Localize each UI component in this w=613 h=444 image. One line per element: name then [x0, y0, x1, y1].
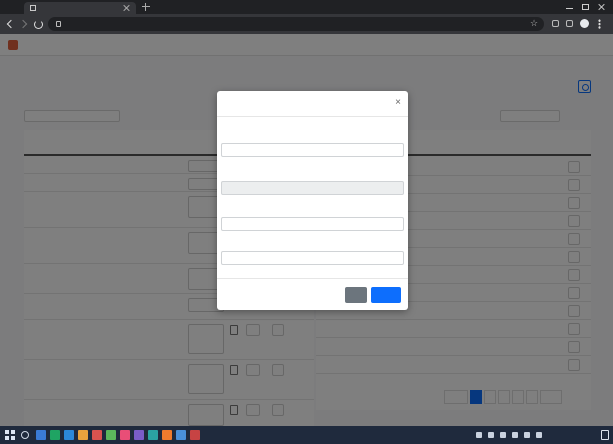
dialog-footer: [217, 278, 408, 310]
bookmark-star-icon[interactable]: ☆: [530, 19, 538, 28]
save-button[interactable]: [371, 287, 401, 303]
tab-close-icon[interactable]: [124, 5, 130, 11]
lock-icon: [56, 21, 61, 27]
taskbar-app-icon[interactable]: [50, 430, 60, 440]
tray-icon[interactable]: [524, 432, 530, 438]
taskbar-app-icon[interactable]: [120, 430, 130, 440]
network-icon[interactable]: [488, 432, 494, 438]
tab-title: [40, 4, 100, 12]
window-minimize-icon[interactable]: [566, 4, 573, 10]
field-1-input[interactable]: [221, 143, 404, 157]
taskbar-app-icon[interactable]: [148, 430, 158, 440]
field-label: [224, 239, 374, 247]
window-maximize-icon[interactable]: [582, 4, 589, 10]
url-text: [66, 20, 186, 28]
tray-icon[interactable]: [536, 432, 542, 438]
taskbar-app-icon[interactable]: [92, 430, 102, 440]
extension-icon[interactable]: [552, 20, 559, 27]
taskbar-app-icon[interactable]: [162, 430, 172, 440]
modal-close-icon[interactable]: ×: [393, 98, 403, 108]
tray-icon[interactable]: [512, 432, 518, 438]
field-label: [224, 169, 374, 177]
taskbar-app-icon[interactable]: [134, 430, 144, 440]
window-close-icon[interactable]: [598, 4, 605, 10]
field-label: [224, 131, 374, 139]
taskbar-search-icon[interactable]: [21, 431, 29, 439]
field-3-input[interactable]: [221, 217, 404, 231]
field-4-input[interactable]: [221, 251, 404, 265]
close-button[interactable]: [345, 287, 367, 303]
browser-menu-icon[interactable]: [598, 19, 601, 29]
tab-favicon-icon: [30, 5, 36, 11]
notification-icon[interactable]: [601, 430, 609, 440]
browser-tab-strip: [0, 0, 613, 14]
extension-icon[interactable]: [566, 20, 573, 27]
windows-start-icon[interactable]: [5, 430, 15, 440]
profile-avatar-icon[interactable]: [580, 19, 589, 28]
volume-icon[interactable]: [500, 432, 506, 438]
forward-icon[interactable]: [20, 20, 28, 28]
tray-icon[interactable]: [476, 432, 482, 438]
new-tab-icon[interactable]: [142, 3, 150, 11]
taskbar-app-icon[interactable]: [64, 430, 74, 440]
taskbar-app-icon[interactable]: [106, 430, 116, 440]
file-explorer-icon[interactable]: [78, 430, 88, 440]
address-bar[interactable]: ☆: [48, 17, 544, 31]
reload-icon[interactable]: [34, 20, 43, 29]
field-label: [224, 205, 374, 213]
taskbar-app-icon[interactable]: [190, 430, 200, 440]
browser-toolbar: ☆: [0, 14, 613, 34]
edit-dialog: ×: [217, 91, 408, 310]
app-page: ×: [0, 34, 613, 444]
taskbar-clock[interactable]: [556, 431, 596, 439]
browser-tab[interactable]: [24, 2, 136, 14]
field-2-input[interactable]: [221, 181, 404, 195]
dialog-title: [224, 99, 374, 109]
windows-taskbar: [0, 426, 613, 444]
task-view-icon[interactable]: [36, 430, 46, 440]
chrome-taskbar-icon[interactable]: [176, 430, 186, 440]
back-icon[interactable]: [6, 20, 14, 28]
dialog-header: ×: [217, 91, 408, 117]
